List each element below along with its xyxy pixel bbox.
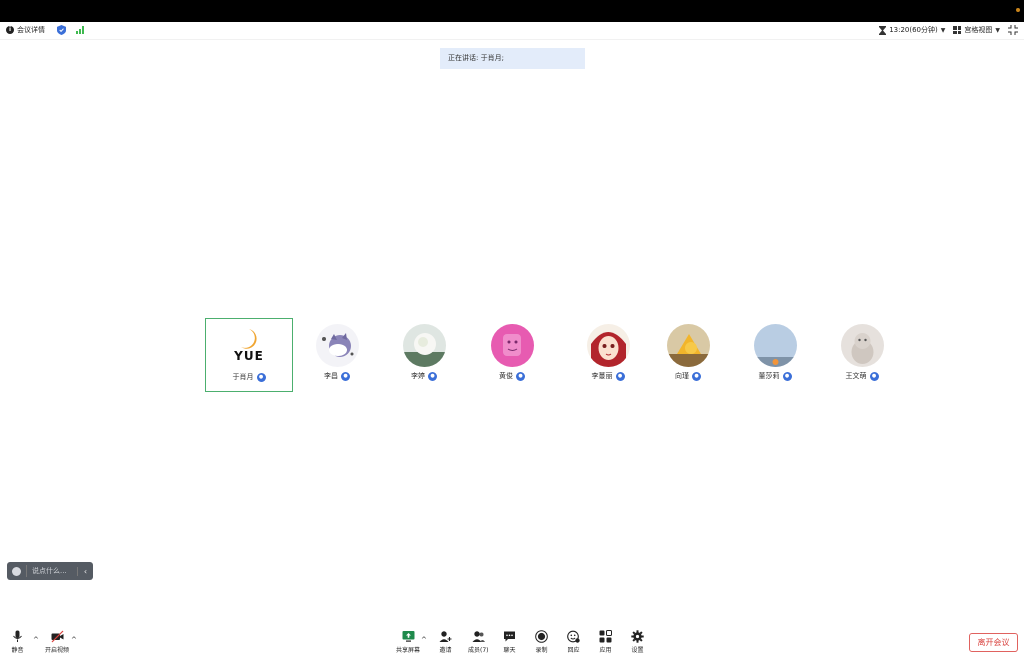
start-video-button[interactable]: 开启视频: [45, 630, 69, 654]
info-icon: i: [6, 26, 14, 34]
invite-label: 邀请: [439, 647, 452, 654]
gear-icon: [631, 630, 644, 643]
status-dot-icon: [1016, 8, 1020, 12]
meeting-topbar: i 会议详情 13:20(60分钟) ▼ 宫格视图 ▼: [0, 22, 1024, 40]
video-label: 开启视频: [45, 647, 70, 654]
window-title-strip: [0, 0, 1024, 22]
chevron-up-icon[interactable]: ^: [71, 636, 77, 644]
participant-name: 黄俊: [499, 372, 513, 380]
video-off-icon: [51, 630, 63, 643]
record-label: 录制: [535, 647, 548, 654]
chevron-up-icon[interactable]: ^: [421, 636, 427, 644]
share-screen-button[interactable]: 共享屏幕: [396, 630, 420, 654]
meeting-info-label: 会议详情: [17, 26, 45, 34]
participant-name: 董莎莉: [758, 372, 780, 380]
view-mode-label: 宫格视图: [964, 26, 993, 34]
leave-meeting-button[interactable]: 离开会议: [969, 633, 1018, 652]
members-button[interactable]: 成员(7): [468, 630, 489, 654]
settings-label: 设置: [631, 647, 644, 654]
record-button[interactable]: 录制: [535, 630, 548, 654]
avatar: [667, 324, 710, 367]
participant-tile[interactable]: 向瑾 ●: [644, 318, 732, 392]
mic-muted-icon: ●: [869, 371, 879, 381]
participant-tile[interactable]: YUE 于肖月 ●: [205, 318, 293, 392]
meeting-info-button[interactable]: i 会议详情: [6, 25, 45, 35]
moon-icon: [241, 329, 257, 349]
chat-placeholder[interactable]: 说点什么...: [32, 566, 77, 576]
network-signal-icon[interactable]: [76, 26, 84, 34]
share-label: 共享屏幕: [396, 647, 421, 654]
participant-tile[interactable]: 李婷 ●: [380, 318, 468, 392]
participant-tile[interactable]: 王文萌 ●: [818, 318, 906, 392]
mic-muted-icon: ●: [428, 371, 437, 381]
participant-grid: YUE 于肖月 ● 李昌 ● 李婷 ● 黄俊 ● 李蔓丽 ● 向瑾 ● 董莎莉 …: [205, 318, 905, 392]
participant-name: 向瑾: [675, 372, 689, 380]
apps-grid-icon: [599, 630, 612, 643]
grid-view-icon: [953, 26, 962, 34]
mic-active-icon: ●: [256, 372, 266, 382]
view-mode-selector[interactable]: 宫格视图 ▼: [953, 25, 1000, 35]
active-speaker-banner: 正在讲话: 于肖月;: [440, 48, 585, 69]
chevron-down-icon: ▼: [995, 26, 1000, 34]
reaction-icon: [567, 630, 580, 643]
meeting-timer[interactable]: 13:20(60分钟) ▼: [879, 25, 945, 35]
mic-muted-icon: ●: [692, 371, 701, 381]
participant-name: 李婷: [411, 372, 425, 380]
apps-label: 应用: [599, 647, 612, 654]
microphone-icon: [13, 630, 22, 642]
quick-chat-input[interactable]: 说点什么... ‹: [7, 562, 93, 580]
invite-user-icon: [439, 631, 452, 642]
record-icon: [535, 630, 548, 643]
avatar: [316, 324, 359, 367]
participant-tile[interactable]: 李昌 ●: [293, 318, 381, 392]
collapse-chevron-icon[interactable]: ‹: [77, 566, 93, 576]
reaction-button[interactable]: 回应: [567, 630, 580, 654]
invite-button[interactable]: 邀请: [439, 630, 452, 654]
participant-tile[interactable]: 黄俊 ●: [468, 318, 556, 392]
chevron-down-icon: ▼: [940, 26, 946, 34]
hourglass-icon: [879, 25, 887, 35]
share-screen-icon: [402, 631, 414, 642]
participant-name: 李昌: [324, 372, 338, 380]
meeting-toolbar: 静音 ^ 开启视频 ^ 共享屏幕 ^ 邀请 成员(7) 聊天 录制 回应 应用 …: [0, 628, 1024, 656]
chat-button[interactable]: 聊天: [503, 630, 516, 654]
emoji-icon[interactable]: [12, 566, 21, 576]
participant-tile[interactable]: 董莎莉 ●: [731, 318, 819, 392]
participant-tile[interactable]: 李蔓丽 ●: [564, 318, 652, 392]
mute-button[interactable]: 静音: [11, 630, 24, 654]
shield-icon[interactable]: [57, 25, 66, 35]
mic-muted-icon: ●: [341, 371, 350, 381]
mic-muted-icon: ●: [782, 371, 792, 381]
participant-name: 于肖月: [232, 373, 254, 381]
reaction-label: 回应: [567, 647, 580, 654]
avatar: [587, 324, 630, 367]
fullscreen-icon[interactable]: [1008, 25, 1018, 35]
avatar: [841, 324, 884, 367]
settings-button[interactable]: 设置: [631, 630, 644, 654]
participant-name: 王文萌: [845, 372, 867, 380]
participant-name: 李蔓丽: [591, 372, 613, 380]
divider: [26, 565, 27, 577]
chat-bubble-icon: [504, 631, 515, 642]
avatar: [754, 324, 797, 367]
apps-button[interactable]: 应用: [599, 630, 612, 654]
chat-label: 聊天: [503, 647, 516, 654]
chevron-up-icon[interactable]: ^: [33, 636, 39, 644]
mute-label: 静音: [11, 647, 24, 654]
avatar: [403, 324, 446, 367]
timer-label: 13:20(60分钟): [889, 26, 938, 34]
mic-muted-icon: ●: [615, 371, 625, 381]
logo-text: YUE: [234, 349, 264, 363]
mic-muted-icon: ●: [516, 371, 525, 381]
user-logo: YUE: [229, 329, 269, 365]
members-label: 成员(7): [468, 647, 489, 654]
members-icon: [472, 631, 485, 642]
avatar: [491, 324, 534, 367]
